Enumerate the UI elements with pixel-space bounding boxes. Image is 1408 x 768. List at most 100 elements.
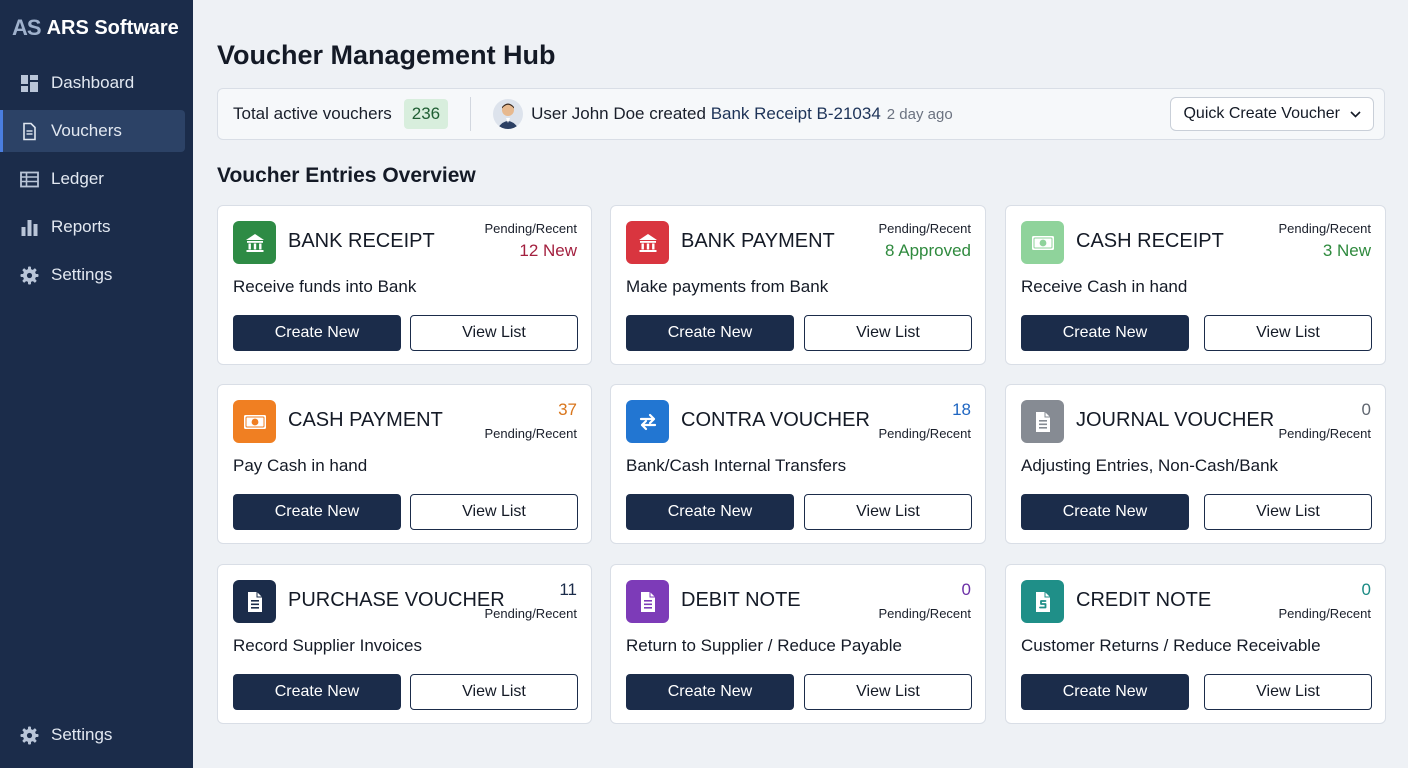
- sidebar-item-vouchers[interactable]: Vouchers: [0, 110, 185, 152]
- brand-name: ARS Software: [46, 16, 179, 39]
- view-list-button[interactable]: View List: [1204, 674, 1372, 710]
- sidebar-item-dashboard[interactable]: Dashboard: [0, 62, 185, 104]
- sidebar-item-label: Reports: [51, 217, 111, 236]
- card-title: BANK PAYMENT: [681, 230, 835, 252]
- card-description: Receive Cash in hand: [1021, 277, 1188, 296]
- activity-voucher-link[interactable]: Bank Receipt B-21034: [711, 104, 881, 123]
- card-title: PURCHASE VOUCHER: [288, 589, 505, 611]
- section-title: Voucher Entries Overview: [217, 164, 476, 187]
- card-title: CONTRA VOUCHER: [681, 409, 870, 431]
- voucher-card: CASH RECEIPT Pending/Recent 3 New Receive C…: [1005, 205, 1386, 365]
- status-value: 3 New: [1322, 241, 1371, 260]
- status-label: Pending/Recent: [1278, 221, 1371, 236]
- status-value: 0: [1361, 400, 1371, 419]
- voucher-card: DEBIT NOTE 0 Pending/Recent Return to Suppl…: [610, 564, 986, 724]
- status-value: 12 New: [519, 241, 577, 260]
- bank-icon: [233, 221, 276, 264]
- sidebar-item-settings-bottom[interactable]: Settings: [0, 714, 185, 756]
- status-block: 37 Pending/Recent: [484, 400, 577, 441]
- status-value: 8 Approved: [884, 241, 971, 260]
- status-value: 18: [952, 400, 971, 419]
- sidebar-item-settings[interactable]: Settings: [0, 254, 185, 296]
- card-description: Receive funds into Bank: [233, 277, 417, 296]
- document-icon: [20, 122, 39, 141]
- create-new-button[interactable]: Create New: [1021, 674, 1189, 710]
- create-new-button[interactable]: Create New: [626, 315, 794, 351]
- sidebar: AS ARS Software Dashboard Vouchers Ledge…: [0, 0, 193, 768]
- sidebar-item-label: Settings: [51, 265, 113, 284]
- status-value: 11: [559, 580, 577, 599]
- create-new-button[interactable]: Create New: [233, 674, 401, 710]
- status-label: Pending/Recent: [1278, 606, 1371, 621]
- brand-logo: AS: [12, 15, 42, 40]
- sidebar-nav: Dashboard Vouchers Ledger Reports Settin…: [0, 62, 193, 296]
- transfer-icon: [626, 400, 669, 443]
- total-vouchers-label: Total active vouchers: [233, 104, 392, 123]
- create-new-button[interactable]: Create New: [1021, 494, 1189, 530]
- card-title: CASH RECEIPT: [1076, 230, 1224, 252]
- create-new-button[interactable]: Create New: [233, 315, 401, 351]
- card-description: Bank/Cash Internal Transfers: [626, 456, 847, 475]
- voucher-card: BANK RECEIPT Pending/Recent 12 New Receive …: [217, 205, 592, 365]
- card-description: Make payments from Bank: [626, 277, 829, 296]
- recent-activity-text: User John Doe created Bank Receipt B-210…: [531, 104, 881, 124]
- activity-time: 2 day ago: [886, 105, 953, 123]
- table-icon: [20, 170, 39, 189]
- view-list-button[interactable]: View List: [804, 674, 972, 710]
- card-title: DEBIT NOTE: [681, 589, 801, 611]
- sidebar-item-reports[interactable]: Reports: [0, 206, 185, 248]
- cash-icon: [233, 400, 276, 443]
- refund-document-icon: [1021, 580, 1064, 623]
- status-block: 18 Pending/Recent: [878, 400, 971, 441]
- card-title: JOURNAL VOUCHER: [1076, 409, 1275, 431]
- status-value: 37: [558, 400, 577, 419]
- view-list-button[interactable]: View List: [1204, 315, 1372, 351]
- gear-icon: [20, 266, 39, 285]
- document-icon: [233, 580, 276, 623]
- view-list-button[interactable]: View List: [410, 674, 578, 710]
- view-list-button[interactable]: View List: [1204, 494, 1372, 530]
- main-content: Voucher Management Hub Total active vouc…: [193, 0, 1408, 768]
- status-value: 0: [961, 580, 971, 599]
- card-description: Record Supplier Invoices: [233, 636, 422, 655]
- sidebar-item-ledger[interactable]: Ledger: [0, 158, 185, 200]
- document-icon: [1021, 400, 1064, 443]
- quick-create-label: Quick Create Voucher: [1183, 105, 1340, 122]
- sidebar-bottom: Settings: [0, 714, 193, 762]
- avatar: [493, 99, 524, 129]
- status-label: Pending/Recent: [484, 606, 577, 621]
- status-label: Pending/Recent: [878, 221, 971, 236]
- status-block: Pending/Recent 8 Approved: [878, 221, 971, 261]
- brand[interactable]: AS ARS Software: [0, 0, 193, 56]
- status-block: 0 Pending/Recent: [878, 580, 971, 621]
- bar-chart-icon: [20, 218, 39, 237]
- card-title: CASH PAYMENT: [288, 409, 443, 431]
- quick-create-voucher-dropdown[interactable]: Quick Create Voucher: [1170, 97, 1374, 131]
- sidebar-item-label: Ledger: [51, 169, 104, 188]
- voucher-card: CASH PAYMENT 37 Pending/Recent Pay Cash in …: [217, 384, 592, 544]
- status-label: Pending/Recent: [484, 426, 577, 441]
- bank-icon: [626, 221, 669, 264]
- voucher-card: CONTRA VOUCHER 18 Pending/Recent Bank/Cash …: [610, 384, 986, 544]
- create-new-button[interactable]: Create New: [1021, 315, 1189, 351]
- view-list-button[interactable]: View List: [410, 315, 578, 351]
- activity-prefix: User John Doe created: [531, 104, 706, 123]
- status-block: 0 Pending/Recent: [1278, 580, 1371, 621]
- create-new-button[interactable]: Create New: [626, 494, 794, 530]
- voucher-card: JOURNAL VOUCHER 0 Pending/Recent Adjusting …: [1005, 384, 1386, 544]
- card-title: CREDIT NOTE: [1076, 589, 1212, 611]
- create-new-button[interactable]: Create New: [626, 674, 794, 710]
- status-label: Pending/Recent: [1278, 426, 1371, 441]
- voucher-card: BANK PAYMENT Pending/Recent 8 Approved Make…: [610, 205, 986, 365]
- card-description: Return to Supplier / Reduce Payable: [626, 636, 902, 655]
- view-list-button[interactable]: View List: [804, 494, 972, 530]
- view-list-button[interactable]: View List: [804, 315, 972, 351]
- page-title: Voucher Management Hub: [217, 40, 556, 70]
- activity-bar: Total active vouchers 236 User John Doe …: [217, 88, 1385, 140]
- view-list-button[interactable]: View List: [410, 494, 578, 530]
- create-new-button[interactable]: Create New: [233, 494, 401, 530]
- card-description: Adjusting Entries, Non-Cash/Bank: [1021, 456, 1279, 475]
- status-block: Pending/Recent 3 New: [1278, 221, 1371, 261]
- card-title: BANK RECEIPT: [288, 230, 435, 252]
- card-description: Customer Returns / Reduce Receivable: [1021, 636, 1321, 655]
